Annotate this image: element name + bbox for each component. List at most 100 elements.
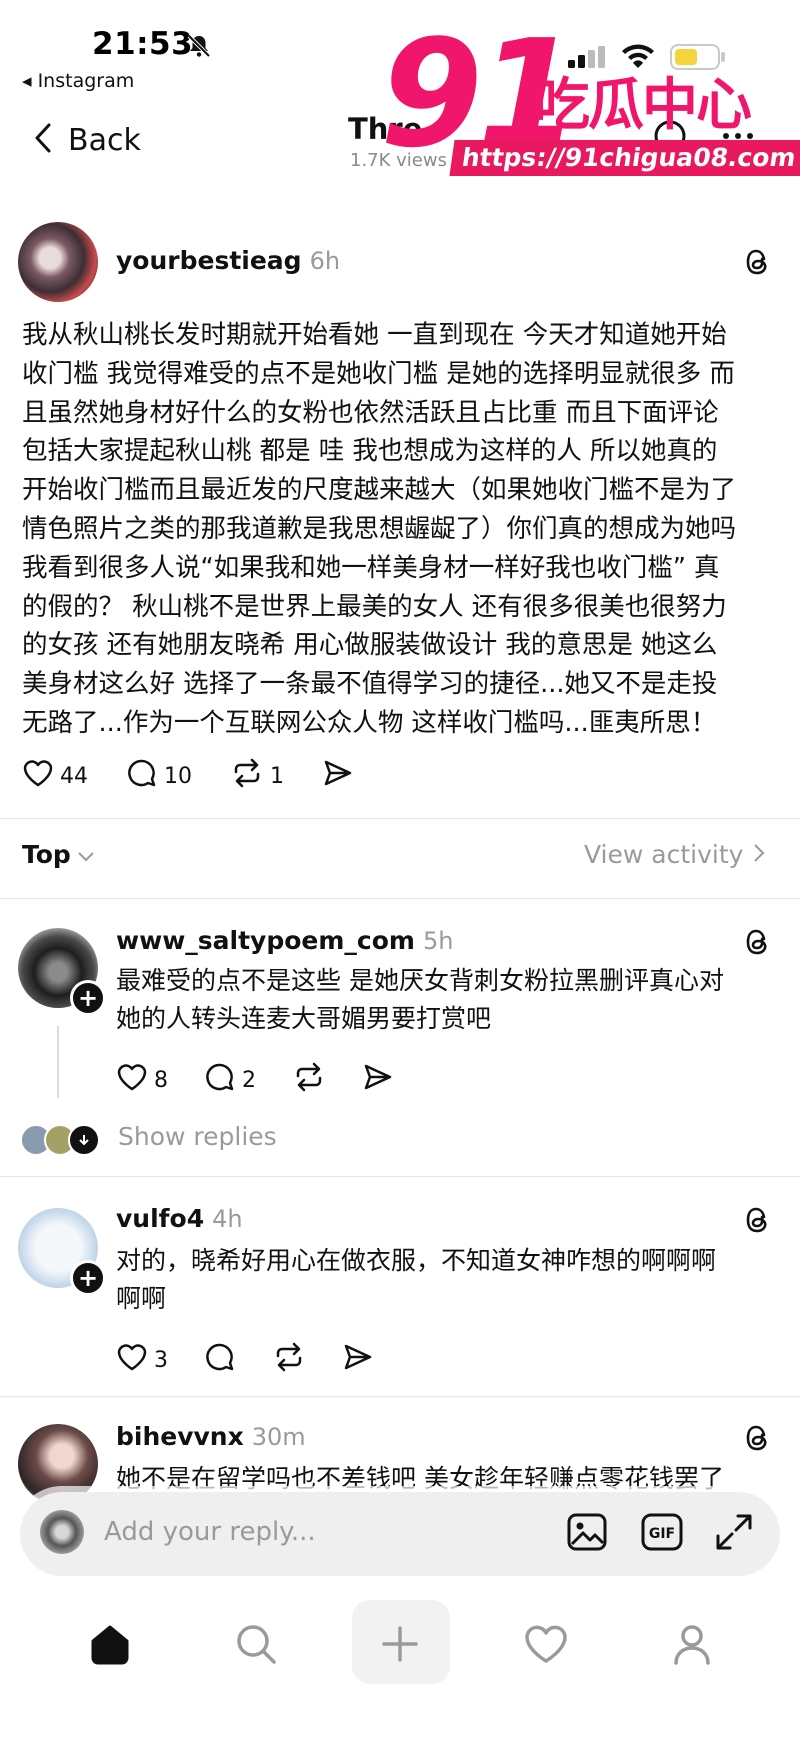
reply-body: 对的，晓希好用心在做衣服，不知道女神咋想的啊啊啊 啊啊 [116, 1242, 716, 1318]
comment-count: 10 [164, 763, 192, 789]
reply-avatars [20, 1124, 100, 1156]
threads-icon[interactable] [742, 246, 772, 282]
follow-plus-icon[interactable]: + [70, 980, 106, 1016]
repost-icon [292, 1062, 326, 1098]
comment-button[interactable]: 2 [204, 1062, 256, 1098]
heart-icon [22, 758, 54, 794]
profile-icon[interactable] [652, 1604, 732, 1684]
repost-icon [272, 1342, 306, 1378]
post-line: 收门槛 我觉得难受的点不是她收门槛 是她的选择明显就很多 而 [22, 358, 735, 389]
threads-icon[interactable] [742, 1204, 772, 1240]
repost-button[interactable]: 1 [230, 758, 284, 794]
share-icon [322, 758, 354, 794]
divider [0, 1176, 800, 1177]
activity-heart-icon[interactable] [506, 1604, 586, 1684]
reply-line: 啊啊 [116, 1284, 167, 1313]
gif-label: GIF [649, 1526, 675, 1542]
like-button[interactable]: 3 [116, 1342, 168, 1378]
like-button[interactable]: 44 [22, 758, 88, 794]
reply-author[interactable]: vulfo4 4h [116, 1204, 243, 1233]
reply-username: bihevvnx [116, 1422, 244, 1451]
divider [0, 818, 800, 819]
divider [0, 898, 800, 899]
like-count: 44 [60, 763, 88, 789]
wifi-icon [620, 42, 656, 72]
post-line: 我从秋山桃长发时期就开始看她 一直到现在 今天才知道她开始 [22, 320, 727, 350]
sort-label: Top [22, 840, 71, 869]
reply-actions: 3 [116, 1342, 374, 1378]
avatar [40, 1510, 84, 1554]
post-time: 6h [309, 247, 341, 275]
comment-button[interactable] [204, 1342, 236, 1378]
reply-line: 最难受的点不是这些 是她厌女背刺女粉拉黑删评真心对 [116, 966, 724, 995]
search-icon[interactable] [216, 1604, 296, 1684]
comment-icon [204, 1062, 236, 1098]
reply-time: 30m [251, 1423, 306, 1451]
comment-count: 2 [242, 1067, 256, 1093]
share-button[interactable] [362, 1062, 394, 1098]
arrow-down-icon [68, 1124, 100, 1156]
back-label: Back [68, 122, 141, 158]
image-icon[interactable] [566, 1512, 608, 1556]
follow-plus-icon[interactable]: + [70, 1260, 106, 1296]
comment-icon [204, 1342, 236, 1378]
like-count: 3 [154, 1347, 168, 1373]
reply-author[interactable]: bihevvnx 30m [116, 1422, 306, 1451]
bell-muted-icon [186, 33, 212, 63]
expand-icon[interactable] [714, 1512, 754, 1556]
watermark-text: 吃瓜中心 [534, 73, 752, 138]
threads-icon[interactable] [742, 926, 772, 962]
post-line: 情色照片之类的那我道歉是我思想龌龊了）你们真的想成为她吗 [22, 513, 737, 544]
reply-input[interactable]: Add your reply... [104, 1517, 316, 1547]
post-username: yourbestieag [116, 246, 302, 275]
reply-actions: 8 2 [116, 1062, 394, 1098]
post-actions: 44 10 1 [22, 758, 354, 794]
watermark-url: https://91chigua08.com [449, 140, 800, 176]
threads-icon[interactable] [742, 1422, 772, 1458]
share-icon [362, 1062, 394, 1098]
heart-icon [116, 1342, 148, 1378]
post-line: 的女孩 还有她朋友晓希 用心做服装做设计 我的意思是 她这么 [22, 630, 718, 661]
plus-icon [360, 1604, 440, 1684]
post-line: 无路了...作为一个互联网公众人物 这样收门槛吗...匪夷所思！ [22, 707, 717, 738]
repost-icon [230, 758, 264, 794]
repost-button[interactable] [292, 1062, 326, 1098]
repost-count: 1 [270, 763, 284, 789]
chevron-right-icon [753, 840, 765, 869]
view-activity-link[interactable]: View activity [584, 840, 765, 869]
reply-author[interactable]: www_saltypoem_com 5h [116, 926, 453, 955]
heart-icon [116, 1062, 148, 1098]
share-button[interactable] [322, 758, 354, 794]
post-line: 包括大家提起秋山桃 都是 哇 我也想成为这样的人 所以她真的 [22, 436, 718, 467]
battery-icon [670, 44, 726, 74]
reply-body: 最难受的点不是这些 是她厌女背刺女粉拉黑删评真心对 她的人转头连麦大哥媚男要打赏… [116, 962, 724, 1038]
share-button[interactable] [342, 1342, 374, 1378]
like-count: 8 [154, 1067, 168, 1093]
comment-button[interactable]: 10 [126, 758, 192, 794]
post-author[interactable]: yourbestieag 6h [116, 246, 340, 275]
post-line: 美身材这么好 选择了一条最不值得学习的捷径...她又不是走投 [22, 669, 718, 700]
like-button[interactable]: 8 [116, 1062, 168, 1098]
share-icon [342, 1342, 374, 1378]
avatar[interactable] [18, 222, 98, 302]
post-line: 的假的？ 秋山桃不是世界上最美的女人 还有很多很美也很努力 [22, 591, 727, 622]
reply-line: 她的人转头连麦大哥媚男要打赏吧 [116, 1004, 492, 1033]
home-icon[interactable] [70, 1604, 150, 1684]
show-replies-link[interactable]: Show replies [118, 1122, 277, 1151]
repost-button[interactable] [272, 1342, 306, 1378]
status-time: 21:53 [92, 26, 194, 62]
sort-dropdown[interactable]: Top [22, 840, 95, 869]
back-button[interactable]: Back [34, 122, 141, 158]
back-to-instagram[interactable]: ◂ Instagram [22, 70, 134, 92]
chevron-left-icon [34, 122, 52, 158]
comment-icon [126, 758, 158, 794]
signal-icon [568, 46, 608, 72]
post-line: 我看到很多人说“如果我和她一样美身材一样好我也收门槛” 真 [22, 552, 720, 583]
divider [0, 1396, 800, 1397]
chevron-down-icon [77, 840, 95, 869]
reply-time: 4h [212, 1205, 243, 1233]
reply-username: www_saltypoem_com [116, 926, 415, 955]
view-activity-label: View activity [584, 840, 744, 869]
post-line: 开始收门槛而且最近发的尺度越来越大（如果她收门槛不是为了 [22, 475, 737, 506]
gif-icon[interactable]: GIF [640, 1512, 684, 1556]
